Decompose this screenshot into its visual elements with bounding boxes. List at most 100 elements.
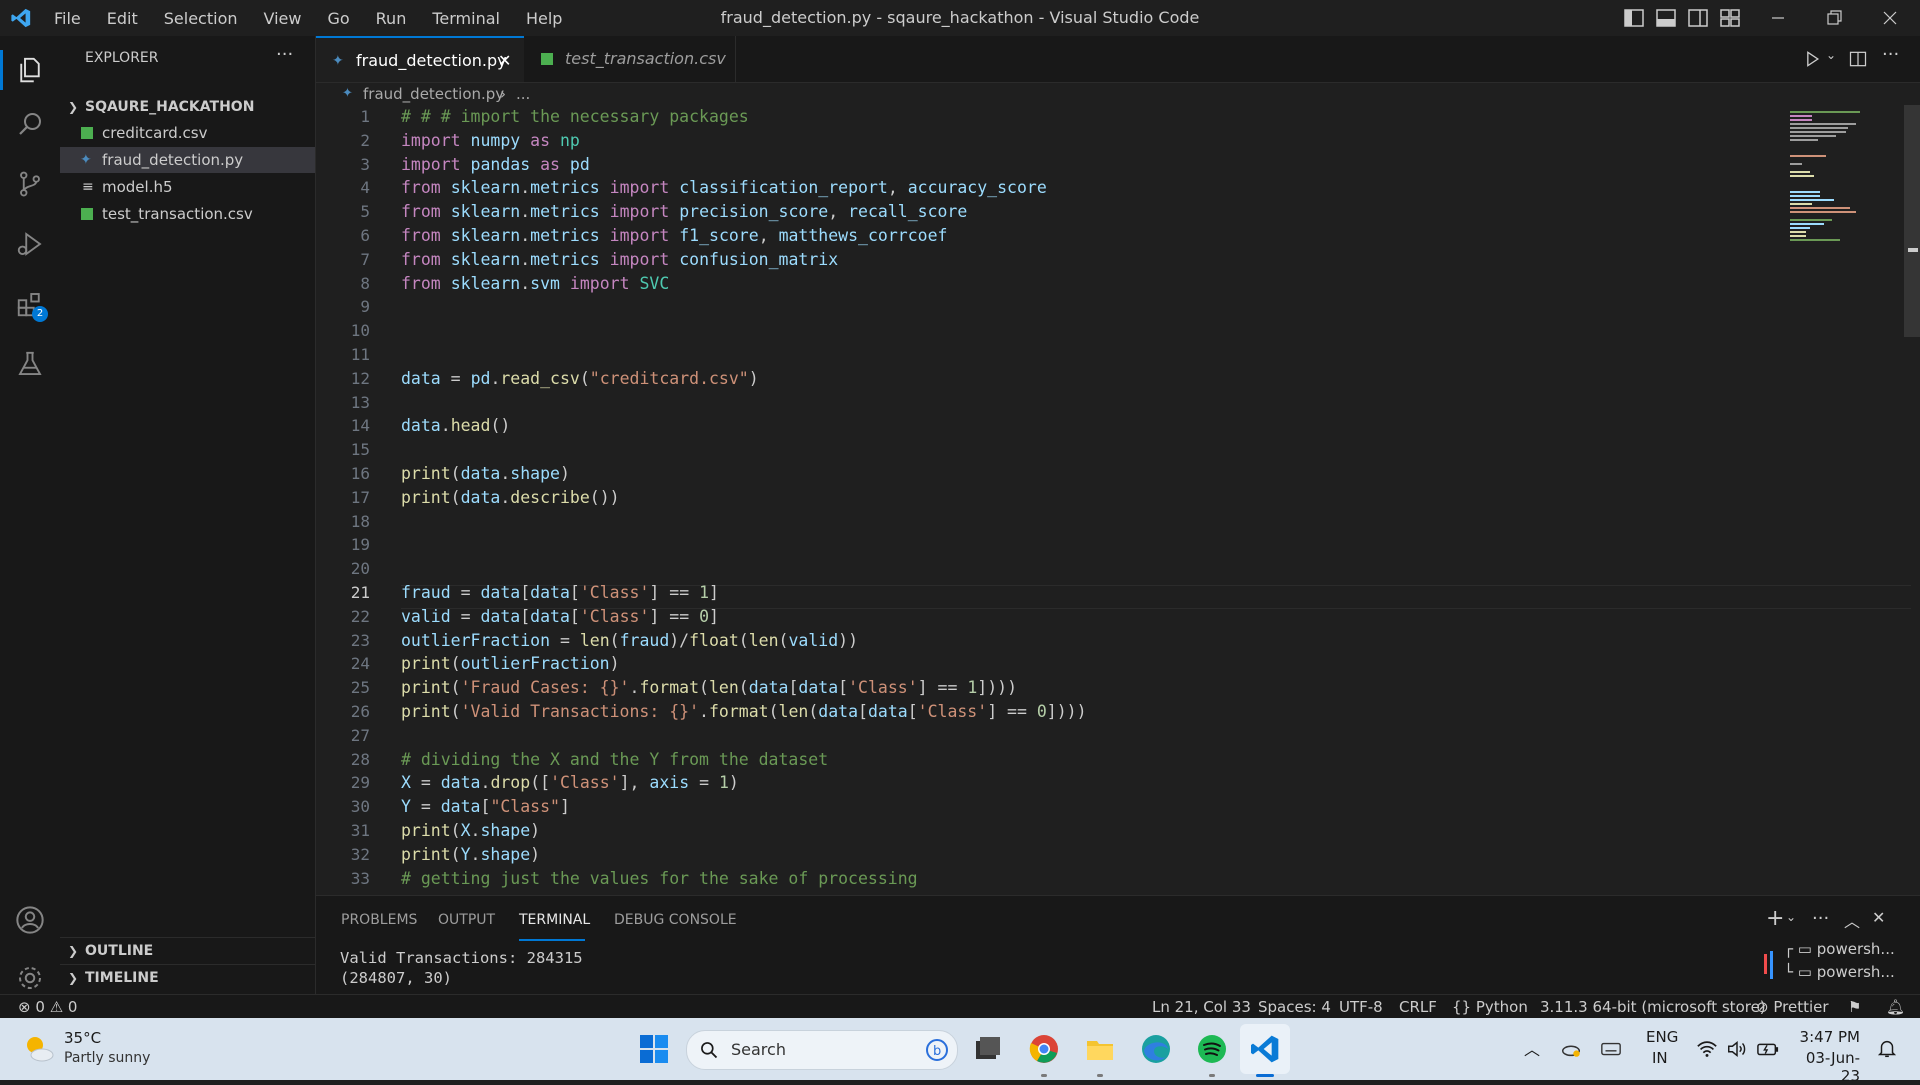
file-model[interactable]: ≡ model.h5 bbox=[60, 174, 315, 200]
code-line: from sklearn.metrics import precision_sc… bbox=[401, 202, 968, 222]
onedrive-icon[interactable] bbox=[1560, 1038, 1582, 1060]
vscode-taskbar-icon[interactable] bbox=[1249, 1033, 1281, 1065]
tab-test-transaction[interactable]: test_transaction.csv bbox=[525, 36, 736, 82]
toggle-secondary-sidebar-icon[interactable] bbox=[1686, 6, 1710, 30]
panel-tab-debug-console[interactable]: DEBUG CONSOLE bbox=[614, 896, 737, 944]
edge-icon[interactable] bbox=[1140, 1033, 1172, 1065]
outline-section[interactable]: ❯ OUTLINE bbox=[60, 937, 315, 964]
indentation[interactable]: Spaces: 4 bbox=[1258, 995, 1331, 1019]
python-interpreter[interactable]: 3.11.3 64-bit (microsoft store) bbox=[1540, 995, 1766, 1019]
weather-widget[interactable] bbox=[22, 1032, 56, 1066]
file-fraud-detection[interactable]: ✦ fraud_detection.py bbox=[60, 147, 315, 173]
extensions-button[interactable]: 2 bbox=[12, 286, 48, 322]
split-editor-icon[interactable] bbox=[1848, 49, 1868, 69]
line-number: 24 bbox=[350, 654, 370, 674]
problems-status[interactable]: ⊗ 0 ⚠ 0 bbox=[18, 995, 77, 1019]
battery-icon[interactable] bbox=[1756, 1038, 1780, 1060]
windows-start-icon[interactable] bbox=[638, 1033, 670, 1065]
tab-fraud-detection[interactable]: ✦ fraud_detection.py ✕ bbox=[316, 36, 524, 82]
accounts-button[interactable] bbox=[12, 902, 48, 938]
feedback-icon[interactable]: ⚑ bbox=[1848, 995, 1861, 1019]
menu-run[interactable]: Run bbox=[376, 9, 407, 28]
menu-file[interactable]: File bbox=[54, 9, 81, 28]
breadcrumb-rest[interactable]: ... bbox=[516, 83, 530, 105]
notifications-bell-icon[interactable]: 🔔︎ bbox=[1886, 995, 1905, 1019]
line-number: 14 bbox=[350, 416, 370, 436]
run-dropdown-chevron-icon[interactable]: ⌄ bbox=[1826, 48, 1836, 62]
new-terminal-plus-icon[interactable]: + bbox=[1766, 906, 1784, 931]
menu-go[interactable]: Go bbox=[327, 9, 349, 28]
taskbar-search[interactable]: Search b bbox=[686, 1030, 958, 1070]
run-debug-button[interactable] bbox=[12, 226, 48, 262]
show-hidden-icons-chevron-icon[interactable]: ︿ bbox=[1524, 1036, 1540, 1060]
close-window-icon[interactable] bbox=[1878, 6, 1902, 30]
minimize-icon[interactable] bbox=[1766, 6, 1790, 30]
restore-icon[interactable] bbox=[1822, 6, 1846, 30]
menu-edit[interactable]: Edit bbox=[107, 9, 138, 28]
cursor-position[interactable]: Ln 21, Col 33 bbox=[1152, 995, 1251, 1019]
terminal-output[interactable]: Valid Transactions: 284315 (284807, 30) bbox=[340, 948, 583, 988]
panel-tab-output[interactable]: OUTPUT bbox=[438, 896, 495, 944]
breadcrumb: ✦ fraud_detection.py › ... bbox=[316, 83, 1920, 105]
maximize-panel-icon[interactable]: ︿ bbox=[1844, 908, 1860, 932]
terminal-profile-chevron-icon[interactable]: ⌄ bbox=[1786, 910, 1796, 924]
code-editor[interactable]: 1 2 3 4 5 6 7 8 9 10 11 12 13 14 15 16 17 18 19 20 21 22 23 24 2… bbox=[316, 105, 1920, 895]
manage-button[interactable] bbox=[12, 960, 48, 996]
python-file-icon: ✦ bbox=[80, 152, 92, 168]
panel-tab-problems[interactable]: PROBLEMS bbox=[341, 896, 417, 944]
minimap[interactable] bbox=[1790, 111, 1870, 271]
close-panel-icon[interactable]: ✕ bbox=[1872, 908, 1885, 927]
task-view-icon[interactable] bbox=[972, 1033, 1004, 1065]
menu-terminal[interactable]: Terminal bbox=[432, 9, 500, 28]
language-mode[interactable]: {} Python bbox=[1452, 995, 1528, 1019]
line-number: 26 bbox=[350, 702, 370, 721]
code-line: from sklearn.metrics import confusion_ma… bbox=[401, 249, 839, 269]
line-number: 32 bbox=[350, 844, 370, 864]
line-number: 4 bbox=[360, 178, 370, 198]
notification-center-icon[interactable] bbox=[1876, 1038, 1898, 1060]
weather-temp[interactable]: 35°C bbox=[64, 1029, 101, 1047]
testing-button[interactable] bbox=[12, 346, 48, 382]
language-top[interactable]: ENG bbox=[1646, 1028, 1678, 1046]
run-file-icon[interactable] bbox=[1802, 49, 1822, 69]
weather-desc[interactable]: Partly sunny bbox=[64, 1050, 150, 1066]
line-endings[interactable]: CRLF bbox=[1399, 995, 1437, 1019]
menu-view[interactable]: View bbox=[264, 9, 302, 28]
file-test-transaction[interactable]: test_transaction.csv bbox=[60, 201, 315, 227]
chrome-icon[interactable] bbox=[1028, 1033, 1060, 1065]
editor-more-actions[interactable]: ··· bbox=[1882, 44, 1899, 65]
file-explorer-icon[interactable] bbox=[1084, 1033, 1116, 1065]
toggle-panel-icon[interactable] bbox=[1654, 6, 1678, 30]
toggle-primary-sidebar-icon[interactable] bbox=[1622, 6, 1646, 30]
line-number: 33 bbox=[350, 868, 370, 888]
folder-header[interactable]: ❯ SQAURE_HACKATHON bbox=[60, 94, 315, 120]
file-creditcard[interactable]: creditcard.csv bbox=[60, 120, 315, 146]
source-control-button[interactable] bbox=[12, 166, 48, 202]
explorer-more-actions[interactable]: ··· bbox=[276, 44, 293, 65]
panel-tab-terminal[interactable]: TERMINAL bbox=[519, 896, 590, 944]
panel-more-actions[interactable]: ··· bbox=[1812, 908, 1829, 929]
search-button[interactable] bbox=[12, 106, 48, 142]
line-number: 19 bbox=[350, 535, 370, 555]
explorer-button[interactable] bbox=[12, 52, 48, 88]
line-number: 28 bbox=[350, 749, 370, 769]
close-tab-icon[interactable]: ✕ bbox=[498, 38, 511, 84]
prettier-status[interactable]: ⊘ Prettier bbox=[1756, 995, 1829, 1019]
menu-help[interactable]: Help bbox=[526, 9, 562, 28]
spotify-icon[interactable] bbox=[1196, 1033, 1228, 1065]
menu-selection[interactable]: Selection bbox=[164, 9, 238, 28]
encoding[interactable]: UTF-8 bbox=[1339, 995, 1383, 1019]
language-bottom[interactable]: IN bbox=[1652, 1049, 1668, 1067]
terminal-instance[interactable]: └ ▭ powersh... bbox=[1784, 963, 1895, 981]
clock-time[interactable]: 3:47 PM bbox=[1798, 1028, 1860, 1046]
terminal-instance[interactable]: ┌ ▭ powersh... bbox=[1784, 940, 1895, 958]
timeline-section[interactable]: ❯ TIMELINE bbox=[60, 964, 315, 991]
line-number: 6 bbox=[360, 226, 370, 245]
editor-scrollbar-thumb[interactable] bbox=[1904, 105, 1920, 337]
breadcrumb-file[interactable]: fraud_detection.py bbox=[363, 83, 504, 105]
keyboard-icon[interactable] bbox=[1600, 1038, 1622, 1060]
vscode-logo-icon[interactable] bbox=[10, 7, 32, 29]
volume-icon[interactable] bbox=[1726, 1038, 1748, 1060]
customize-layout-icon[interactable] bbox=[1718, 6, 1742, 30]
wifi-icon[interactable] bbox=[1696, 1038, 1718, 1060]
